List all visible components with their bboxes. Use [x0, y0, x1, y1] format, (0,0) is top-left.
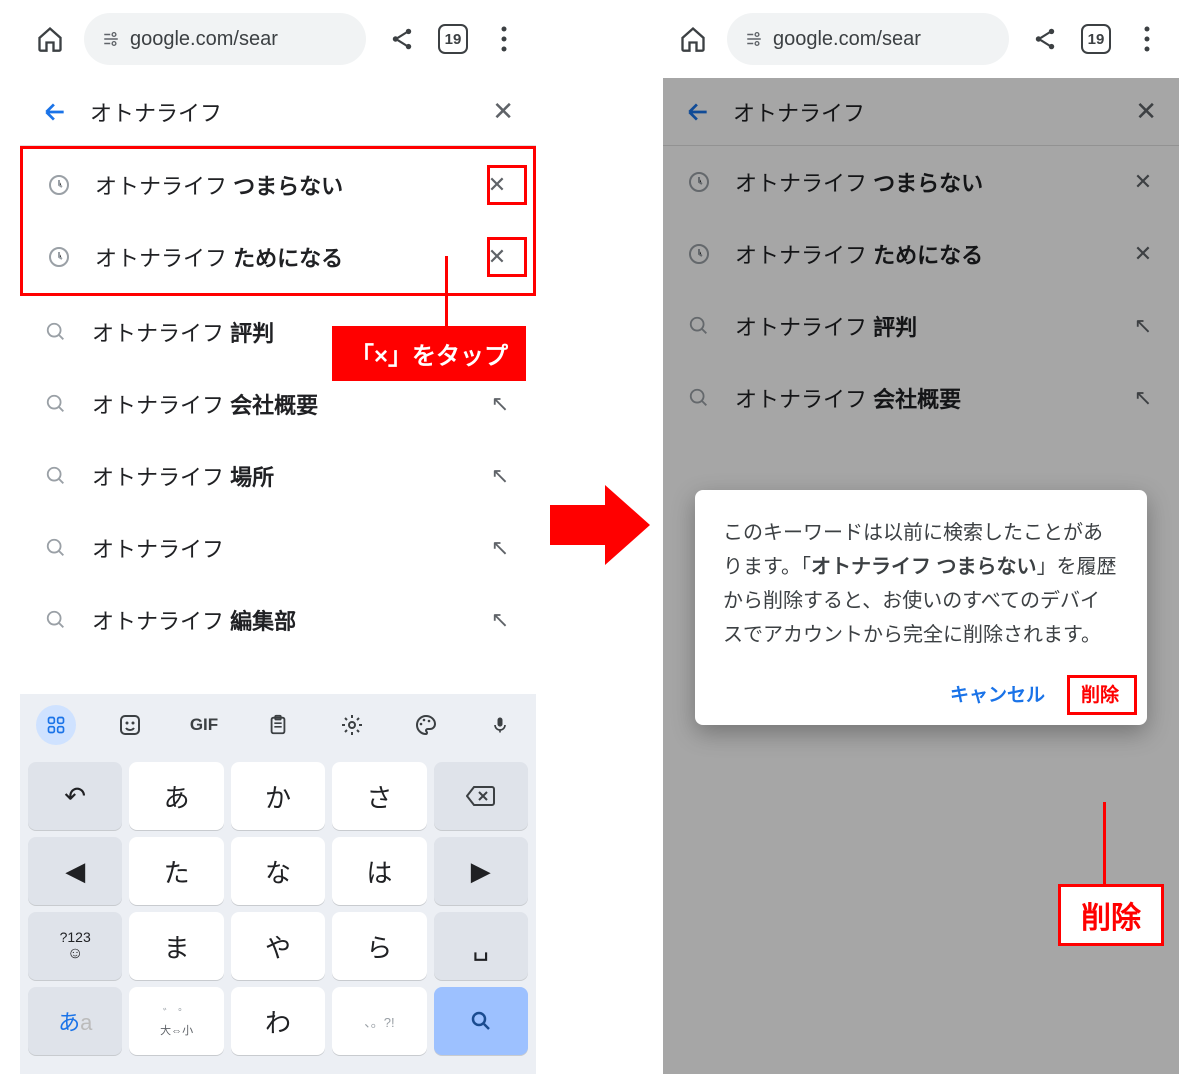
url-bar[interactable]: google.com/sear [727, 13, 1009, 65]
key-ta[interactable]: た [129, 837, 223, 905]
keyboard-clipboard-icon[interactable] [258, 705, 298, 745]
right-phone-screen: google.com/sear 19 ✕ オトナライフ つまらない ✕ オトナラ… [663, 0, 1179, 1074]
menu-icon[interactable] [1129, 26, 1165, 52]
keyboard-apps-icon[interactable] [36, 705, 76, 745]
home-icon[interactable] [677, 23, 709, 55]
annotation-line [445, 256, 448, 328]
suggestion-row[interactable]: オトナライフ ↖ [20, 512, 536, 584]
key-space[interactable]: ␣ [434, 912, 528, 980]
insert-arrow-icon[interactable]: ↖ [486, 535, 514, 561]
home-icon[interactable] [34, 23, 66, 55]
menu-icon[interactable] [486, 26, 522, 52]
keyboard-mic-icon[interactable] [480, 705, 520, 745]
annotation-delete: 削除 [1058, 884, 1164, 946]
site-settings-icon [745, 30, 763, 48]
browser-toolbar: google.com/sear 19 [20, 0, 536, 78]
suggestion-text: オトナライフ 会社概要 [92, 388, 464, 420]
search-icon [42, 465, 70, 487]
history-highlight-box: オトナライフ つまらない ✕ オトナライフ ためになる ✕ [20, 146, 536, 296]
insert-arrow-icon[interactable]: ↖ [486, 391, 514, 417]
suggestion-row-history[interactable]: オトナライフ つまらない ✕ [23, 149, 533, 221]
keyboard-grid: ↶ あ か さ ◀ た な は ▶ ?123☺ ま や ら ␣ あa ゛ ゜大⇔… [20, 756, 536, 1061]
key-sa[interactable]: さ [332, 762, 426, 830]
x-highlight-2 [487, 237, 527, 277]
annotation-line-2 [1103, 802, 1106, 884]
suggestion-text: オトナライフ 場所 [92, 460, 464, 492]
suggestion-text: オトナライフ 編集部 [92, 604, 464, 636]
key-ya[interactable]: や [231, 912, 325, 980]
key-ka[interactable]: か [231, 762, 325, 830]
dialog-cancel-button[interactable]: キャンセル [950, 680, 1045, 707]
tab-count[interactable]: 19 [438, 24, 468, 54]
insert-arrow-icon[interactable]: ↖ [486, 463, 514, 489]
suggestion-text: オトナライフ ためになる [95, 241, 461, 273]
delete-highlight [1067, 675, 1137, 715]
tab-count[interactable]: 19 [1081, 24, 1111, 54]
keyboard: GIF ↶ あ か さ ◀ た な は ▶ ?123☺ ま や ら ␣ あa ゛… [20, 694, 536, 1074]
url-bar[interactable]: google.com/sear [84, 13, 366, 65]
key-lang[interactable]: あa [28, 987, 122, 1055]
url-text: google.com/sear [130, 28, 278, 51]
keyboard-palette-icon[interactable] [406, 705, 446, 745]
search-icon [42, 393, 70, 415]
key-ma[interactable]: ま [129, 912, 223, 980]
clear-search-icon[interactable]: ✕ [492, 96, 514, 127]
key-left[interactable]: ◀ [28, 837, 122, 905]
share-icon[interactable] [384, 26, 420, 52]
key-na[interactable]: な [231, 837, 325, 905]
suggestion-row[interactable]: オトナライフ 場所 ↖ [20, 440, 536, 512]
transition-arrow-icon [550, 480, 650, 570]
suggestion-text: オトナライフ つまらない [95, 169, 461, 201]
suggestion-row[interactable]: オトナライフ 編集部 ↖ [20, 584, 536, 656]
key-search[interactable] [434, 987, 528, 1055]
keyboard-toolbar: GIF [20, 694, 536, 756]
back-arrow-icon[interactable] [42, 99, 68, 125]
insert-arrow-icon[interactable]: ↖ [486, 607, 514, 633]
keyboard-settings-icon[interactable] [332, 705, 372, 745]
key-undo[interactable]: ↶ [28, 762, 122, 830]
key-backspace[interactable] [434, 762, 528, 830]
dialog-body-text: このキーワードは以前に検索したことがあります。「オトナライフ つまらない」を履歴… [723, 516, 1119, 652]
key-ha[interactable]: は [332, 837, 426, 905]
key-wa[interactable]: わ [231, 987, 325, 1055]
keyboard-sticker-icon[interactable] [110, 705, 150, 745]
suggestion-text: オトナライフ [92, 532, 464, 564]
annotation-tap-x: 「×」をタップ [332, 326, 526, 381]
delete-confirm-dialog: このキーワードは以前に検索したことがあります。「オトナライフ つまらない」を履歴… [695, 490, 1147, 725]
url-text: google.com/sear [773, 28, 921, 51]
search-input[interactable] [90, 99, 470, 125]
history-icon [45, 245, 73, 269]
suggestion-list: オトナライフ つまらない ✕ オトナライフ ためになる ✕ オトナライフ 評判 … [20, 146, 536, 656]
key-ra[interactable]: ら [332, 912, 426, 980]
x-highlight-1 [487, 165, 527, 205]
keyboard-gif-icon[interactable]: GIF [184, 705, 224, 745]
search-icon [42, 321, 70, 343]
key-punct[interactable]: 、。?! [332, 987, 426, 1055]
history-icon [45, 173, 73, 197]
key-symbols[interactable]: ?123☺ [28, 912, 122, 980]
key-a[interactable]: あ [129, 762, 223, 830]
share-icon[interactable] [1027, 26, 1063, 52]
site-settings-icon [102, 30, 120, 48]
browser-toolbar: google.com/sear 19 [663, 0, 1179, 78]
left-phone-screen: google.com/sear 19 ✕ オトナライフ つまらない ✕ オトナラ… [20, 0, 536, 1074]
key-size[interactable]: ゛ ゜大⇔小 [129, 987, 223, 1055]
search-icon [42, 537, 70, 559]
suggestion-row-history[interactable]: オトナライフ ためになる ✕ [23, 221, 533, 293]
search-bar: ✕ [20, 78, 536, 146]
key-right[interactable]: ▶ [434, 837, 528, 905]
search-icon [42, 609, 70, 631]
